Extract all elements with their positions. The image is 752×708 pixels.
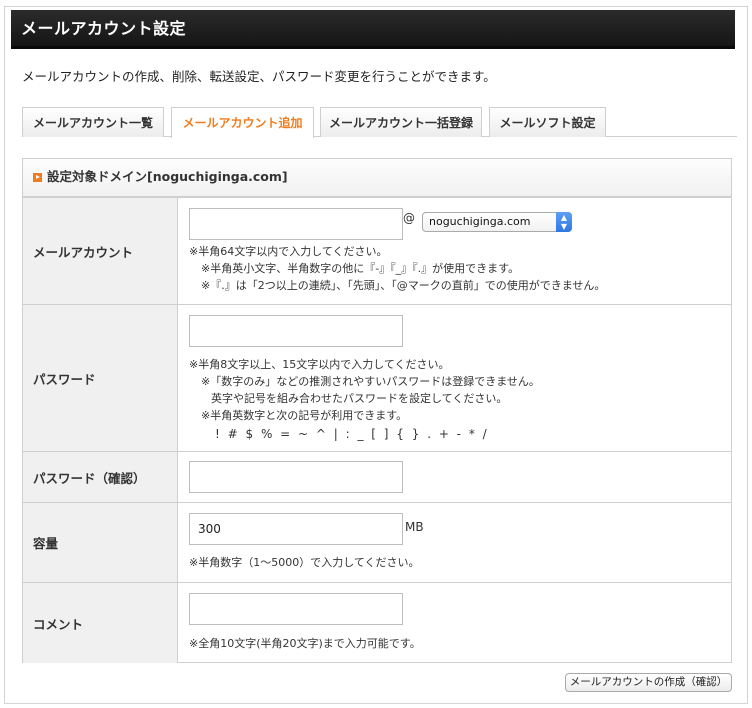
domain-select[interactable]: noguchiginga.com ▲ ▼: [422, 212, 572, 232]
comment-label: コメント: [23, 583, 178, 663]
row-password-confirm: パスワード（確認）: [23, 451, 731, 502]
mail-account-note-2: ※半角英小文字、半角数字の他に『-』『_』『.』が使用できます。: [201, 262, 520, 275]
tab-account-list[interactable]: メールアカウント一覧: [22, 107, 164, 137]
password-note-4: ※半角英数字と次の記号が利用できます。: [201, 409, 408, 422]
password-confirm-label: パスワード（確認）: [23, 452, 178, 502]
capacity-label: 容量: [23, 503, 178, 582]
domain-bar: 設定対象ドメイン[noguchiginga.com]: [23, 159, 731, 197]
mail-account-label: メールアカウント: [23, 198, 178, 304]
password-note-2: ※「数字のみ」などの推測されやすいパスワードは登録できません。: [201, 375, 540, 388]
row-capacity: 容量 MB ※半角数字（1〜5000）で入力してください。: [23, 502, 731, 582]
capacity-input[interactable]: [189, 513, 403, 545]
password-label: パスワード: [23, 305, 178, 451]
password-allowed-symbols: ! # $ % = ~ ^ | : _ [ ] { } . + - * /: [215, 427, 487, 441]
capacity-note: ※半角数字（1〜5000）で入力してください。: [189, 556, 420, 569]
password-confirm-input[interactable]: [189, 461, 403, 493]
comment-input[interactable]: [189, 593, 403, 625]
tab-bulk-register[interactable]: メールアカウント一括登録: [320, 107, 482, 137]
page-header: メールアカウント設定: [11, 10, 735, 49]
domain-label: 設定対象ドメイン[noguchiginga.com]: [47, 169, 288, 184]
arrow-bullet-icon: [33, 173, 42, 182]
row-mail-account: メールアカウント @ noguchiginga.com ▲ ▼ ※半角64文字以内…: [23, 197, 731, 304]
create-account-confirm-button[interactable]: メールアカウントの作成（確認）: [565, 673, 732, 692]
row-comment: コメント ※全角10文字(半角20文字)まで入力可能です。: [23, 582, 731, 663]
page-title: メールアカウント設定: [21, 19, 187, 38]
comment-note: ※全角10文字(半角20文字)まで入力可能です。: [189, 637, 421, 650]
mail-account-note-1: ※半角64文字以内で入力してください。: [189, 245, 388, 258]
intro-text: メールアカウントの作成、削除、転送設定、パスワード変更を行うことができます。: [22, 69, 496, 84]
mail-account-input[interactable]: [189, 208, 403, 240]
select-arrows-icon: ▲ ▼: [556, 212, 572, 232]
tab-mail-software[interactable]: メールソフト設定: [489, 107, 606, 137]
tab-bar: メールアカウント一覧 メールアカウント追加 メールアカウント一括登録 メールソフ…: [22, 107, 737, 138]
password-note-3: 英字や記号を組み合わせたパスワードを設定してください。: [211, 392, 508, 405]
password-note-1: ※半角8文字以上、15文字以内で入力してください。: [189, 358, 450, 371]
capacity-unit: MB: [405, 520, 424, 534]
domain-select-value: noguchiginga.com: [429, 215, 531, 228]
account-form: 設定対象ドメイン[noguchiginga.com] メールアカウント @ no…: [22, 158, 732, 663]
tab-account-add[interactable]: メールアカウント追加: [171, 107, 314, 138]
mail-account-note-3: ※『.』は「2つ以上の連続」、「先頭」、「@マークの直前」での使用ができません。: [201, 279, 606, 292]
password-input[interactable]: [189, 315, 403, 347]
at-sign: @: [403, 211, 415, 225]
row-password: パスワード ※半角8文字以上、15文字以内で入力してください。 ※「数字のみ」な…: [23, 304, 731, 451]
